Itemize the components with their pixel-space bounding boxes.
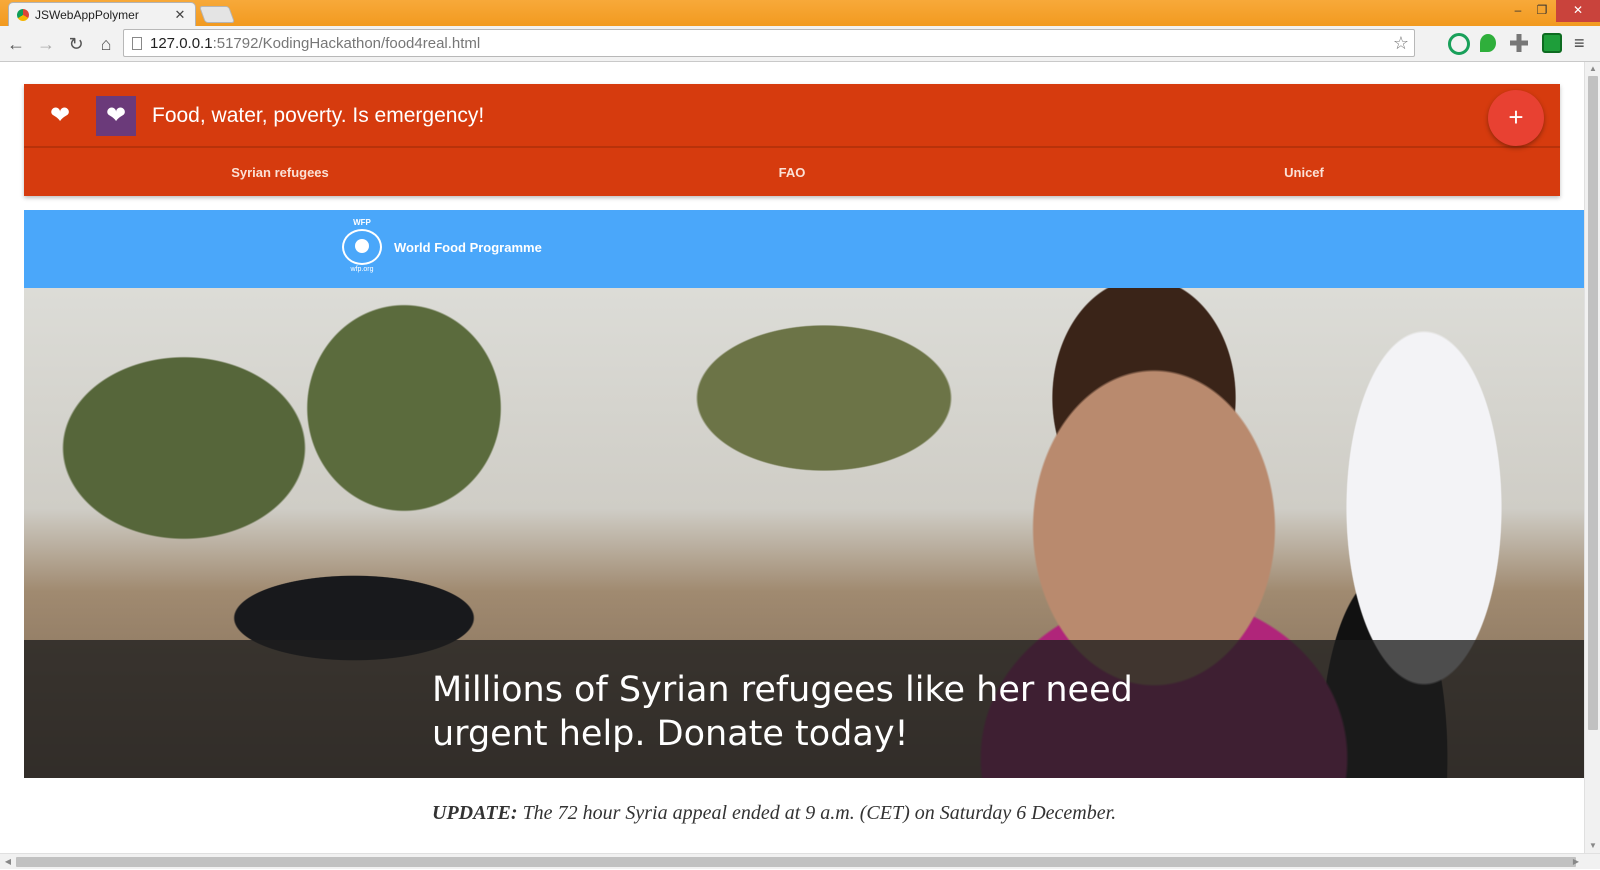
extension-puzzle-icon[interactable] (1510, 34, 1528, 52)
reload-icon[interactable]: ↻ (64, 32, 88, 56)
wfp-site: wfp.org (350, 266, 374, 273)
hero-caption-overlay: Millions of Syrian refugees like her nee… (24, 640, 1584, 778)
app-tabs: Syrian refugees FAO Unicef (24, 150, 1560, 196)
browser-title-bar: JSWebAppPolymer ✕ – ❐ ✕ (0, 0, 1600, 26)
tab-fao[interactable]: FAO (536, 150, 1048, 196)
back-arrow-icon[interactable]: ← (4, 32, 28, 56)
browser-toolbar: ← → ↻ ⌂ 127.0.0.1:51792/KodingHackathon/… (0, 26, 1600, 62)
tab-unicef[interactable]: Unicef (1048, 150, 1560, 196)
tab-syrian-refugees[interactable]: Syrian refugees (24, 150, 536, 196)
page-viewport: ❤ ❤ Food, water, poverty. Is emergency! … (0, 62, 1584, 853)
wfp-emblem-icon (342, 229, 382, 265)
app-header: ❤ ❤ Food, water, poverty. Is emergency! … (24, 84, 1560, 196)
vertical-scrollbar[interactable]: ▲ ▼ (1584, 62, 1600, 853)
scroll-left-icon[interactable]: ◀ (0, 854, 16, 870)
chrome-favicon-icon (17, 8, 29, 21)
update-notice: UPDATE: The 72 hour Syria appeal ended a… (432, 802, 1116, 825)
horizontal-scroll-thumb[interactable] (16, 857, 1576, 867)
forward-arrow-icon[interactable]: → (34, 32, 58, 56)
close-window-button[interactable]: ✕ (1556, 0, 1600, 22)
app-title: Food, water, poverty. Is emergency! (152, 104, 485, 127)
extension-circle-icon[interactable] (1448, 33, 1470, 55)
close-tab-icon[interactable]: ✕ (173, 7, 187, 23)
update-label: UPDATE: (432, 802, 518, 824)
url-text[interactable]: 127.0.0.1:51792/KodingHackathon/food4rea… (150, 35, 1388, 52)
heart-logo-icon: ❤ (96, 96, 136, 136)
scroll-up-icon[interactable]: ▲ (1585, 62, 1600, 76)
page-icon (132, 36, 142, 50)
maximize-window-button[interactable]: ❐ (1530, 0, 1554, 22)
hero-image: Millions of Syrian refugees like her nee… (24, 288, 1584, 778)
update-text: The 72 hour Syria appeal ended at 9 a.m.… (517, 802, 1117, 824)
new-tab-button[interactable] (198, 6, 236, 23)
home-icon[interactable]: ⌂ (94, 32, 118, 56)
bookmark-star-icon[interactable]: ☆ (1388, 33, 1414, 54)
chrome-menu-icon[interactable]: ≡ (1574, 34, 1590, 52)
heart-icon[interactable]: ❤ (44, 100, 76, 132)
horizontal-scrollbar[interactable]: ◀ ▶ (0, 853, 1600, 869)
wfp-acronym: WFP (353, 218, 371, 227)
add-fab-button[interactable]: + (1488, 90, 1544, 146)
wfp-name[interactable]: World Food Programme (394, 240, 542, 255)
tab-title: JSWebAppPolymer (35, 7, 139, 22)
wfp-logo[interactable]: WFP wfp.org (340, 218, 384, 274)
extension-leaf-icon[interactable] (1480, 34, 1496, 52)
minimize-window-button[interactable]: – (1506, 0, 1530, 22)
app-toolbar: ❤ ❤ Food, water, poverty. Is emergency! … (24, 84, 1560, 148)
address-bar[interactable]: 127.0.0.1:51792/KodingHackathon/food4rea… (123, 29, 1415, 57)
scroll-right-icon[interactable]: ▶ (1568, 854, 1584, 870)
extension-green-icon[interactable] (1542, 33, 1562, 53)
browser-tab[interactable]: JSWebAppPolymer ✕ (8, 2, 196, 26)
hero-caption: Millions of Syrian refugees like her nee… (432, 670, 1133, 754)
vertical-scroll-thumb[interactable] (1588, 76, 1598, 730)
wfp-banner: WFP wfp.org World Food Programme (24, 210, 1584, 288)
scroll-down-icon[interactable]: ▼ (1585, 839, 1600, 853)
